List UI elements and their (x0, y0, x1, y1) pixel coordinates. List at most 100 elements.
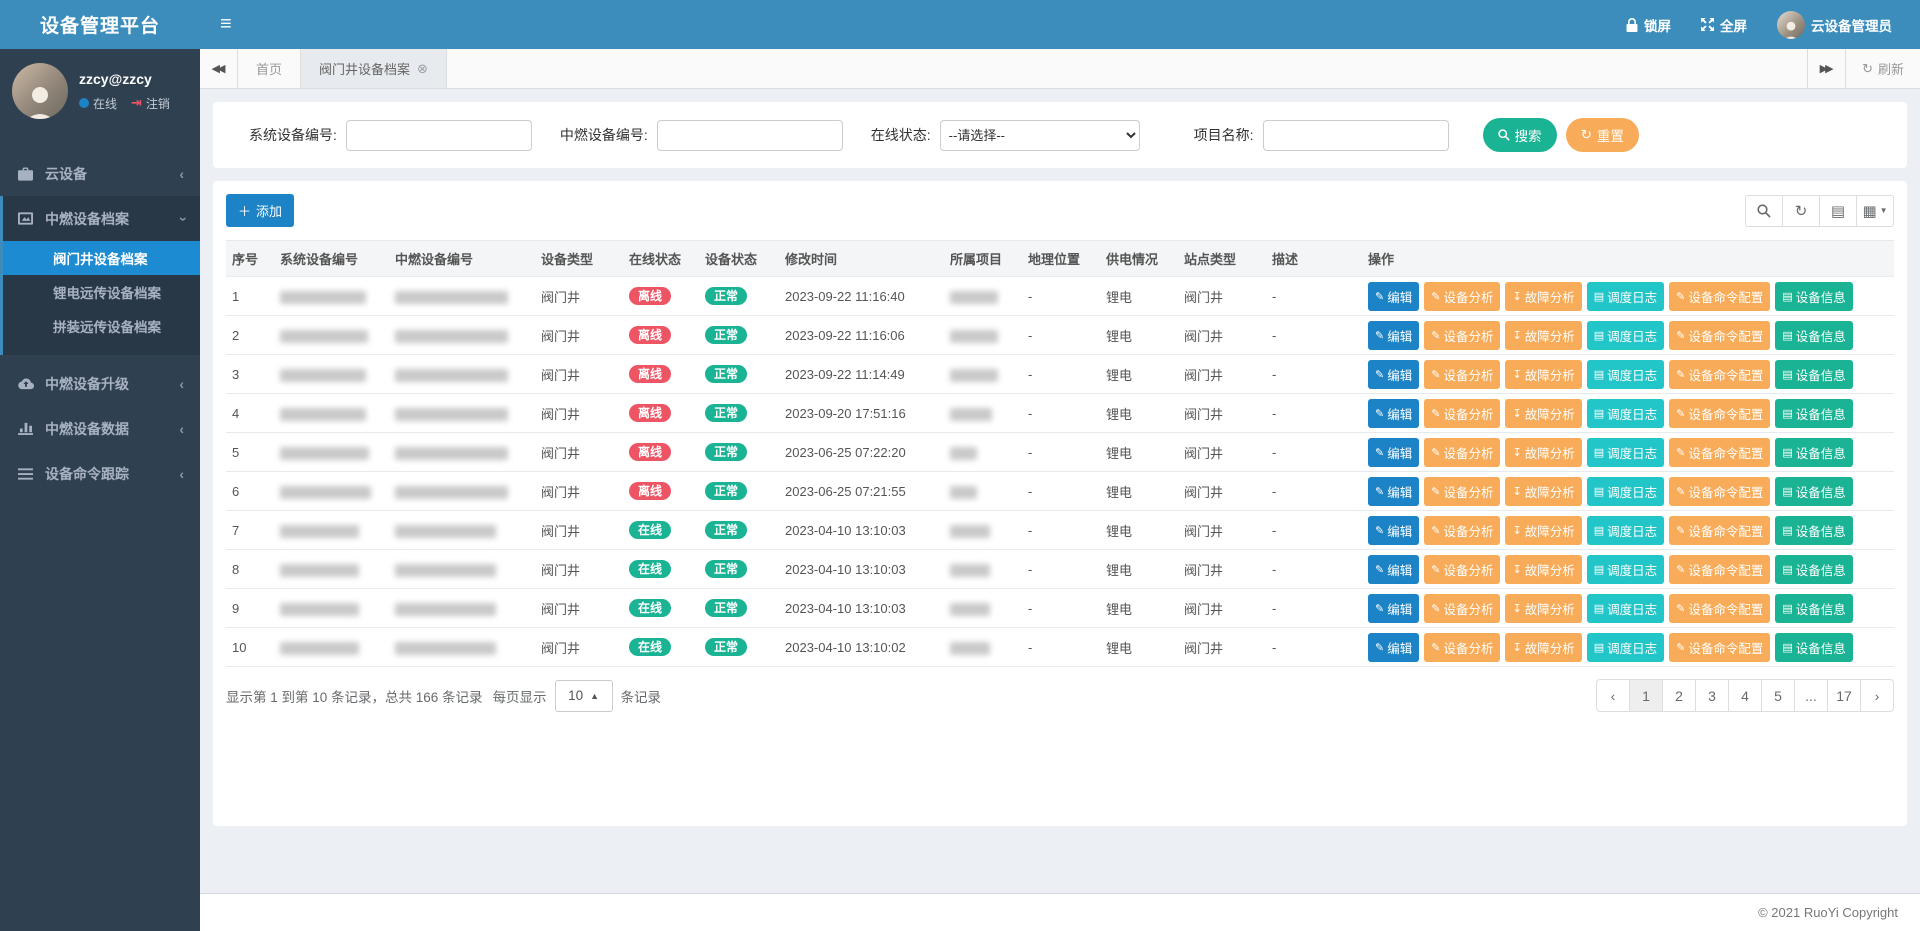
row-action-cyan-button[interactable]: ▤调度日志 (1587, 321, 1664, 350)
sidebar-item-cloud-device[interactable]: 云设备 ‹ (0, 151, 200, 196)
row-action-blue-button[interactable]: ✎编辑 (1368, 282, 1419, 311)
page-button[interactable]: 5 (1761, 679, 1795, 712)
row-action-orange-button[interactable]: ✎设备命令配置 (1669, 555, 1770, 584)
lock-screen-button[interactable]: 锁屏 (1626, 15, 1671, 35)
row-action-green-button[interactable]: ▤设备信息 (1775, 516, 1852, 545)
row-action-orange-button[interactable]: ↧故障分析 (1505, 477, 1581, 506)
row-action-orange-button[interactable]: ↧故障分析 (1505, 516, 1581, 545)
row-action-green-button[interactable]: ▤设备信息 (1775, 321, 1852, 350)
row-action-green-button[interactable]: ▤设备信息 (1775, 438, 1852, 467)
row-action-orange-button[interactable]: ✎设备分析 (1424, 321, 1500, 350)
page-button[interactable]: 4 (1728, 679, 1762, 712)
page-next-button[interactable]: › (1860, 679, 1894, 712)
row-action-orange-button[interactable]: ✎设备命令配置 (1669, 633, 1770, 662)
row-action-orange-button[interactable]: ✎设备命令配置 (1669, 594, 1770, 623)
table-search-toggle-button[interactable] (1745, 195, 1783, 227)
page-prev-button[interactable]: ‹ (1596, 679, 1630, 712)
row-action-orange-button[interactable]: ✎设备分析 (1424, 399, 1500, 428)
row-action-green-button[interactable]: ▤设备信息 (1775, 555, 1852, 584)
row-action-green-button[interactable]: ▤设备信息 (1775, 282, 1852, 311)
sidebar-subitem-valve-well-archive[interactable]: 阀门井设备档案 (3, 241, 200, 275)
row-action-cyan-button[interactable]: ▤调度日志 (1587, 360, 1664, 389)
system-device-code-input[interactable] (346, 120, 532, 151)
row-action-cyan-button[interactable]: ▤调度日志 (1587, 594, 1664, 623)
row-action-orange-button[interactable]: ✎设备命令配置 (1669, 399, 1770, 428)
table-detail-view-button[interactable]: ▤ (1819, 195, 1857, 227)
row-action-green-button[interactable]: ▤设备信息 (1775, 399, 1852, 428)
row-action-orange-button[interactable]: ✎设备命令配置 (1669, 516, 1770, 545)
row-action-orange-button[interactable]: ↧故障分析 (1505, 438, 1581, 467)
row-action-orange-button[interactable]: ✎设备分析 (1424, 438, 1500, 467)
row-action-orange-button[interactable]: ↧故障分析 (1505, 360, 1581, 389)
row-action-blue-button[interactable]: ✎编辑 (1368, 516, 1419, 545)
sidebar-item-device-upgrade[interactable]: 中燃设备升级 ‹ (0, 361, 200, 406)
row-action-orange-button[interactable]: ✎设备分析 (1424, 477, 1500, 506)
tab-valve-well-archive[interactable]: 阀门井设备档案 ⊗ (301, 49, 447, 88)
tab-home[interactable]: 首页 (238, 49, 301, 88)
row-action-orange-button[interactable]: ✎设备命令配置 (1669, 438, 1770, 467)
tab-close-icon[interactable]: ⊗ (417, 61, 428, 77)
table-columns-button[interactable]: ▦▼ (1856, 195, 1894, 227)
row-action-cyan-button[interactable]: ▤调度日志 (1587, 633, 1664, 662)
tabs-scroll-right-button[interactable]: ▶▶ (1807, 49, 1845, 88)
sidebar-subitem-lithium-remote-archive[interactable]: 锂电远传设备档案 (3, 275, 200, 309)
row-action-cyan-button[interactable]: ▤调度日志 (1587, 555, 1664, 584)
row-action-green-button[interactable]: ▤设备信息 (1775, 594, 1852, 623)
row-action-blue-button[interactable]: ✎编辑 (1368, 594, 1419, 623)
row-action-orange-button[interactable]: ✎设备分析 (1424, 633, 1500, 662)
row-action-orange-button[interactable]: ✎设备分析 (1424, 555, 1500, 584)
row-action-orange-button[interactable]: ↧故障分析 (1505, 633, 1581, 662)
admin-user-menu[interactable]: 云设备管理员 (1777, 11, 1892, 39)
hamburger-icon[interactable]: ≡ (200, 13, 252, 36)
search-button[interactable]: 搜索 (1483, 118, 1557, 152)
sidebar-item-device-archive[interactable]: 中燃设备档案 ‹ (3, 196, 200, 241)
fullscreen-button[interactable]: 全屏 (1701, 15, 1747, 35)
tab-refresh-button[interactable]: ↻ 刷新 (1845, 49, 1920, 88)
sidebar-item-command-trace[interactable]: 设备命令跟踪 ‹ (0, 451, 200, 496)
row-action-cyan-button[interactable]: ▤调度日志 (1587, 282, 1664, 311)
row-action-cyan-button[interactable]: ▤调度日志 (1587, 516, 1664, 545)
reset-button[interactable]: ↻ 重置 (1566, 118, 1639, 152)
row-action-orange-button[interactable]: ✎设备分析 (1424, 516, 1500, 545)
row-action-orange-button[interactable]: ✎设备分析 (1424, 360, 1500, 389)
page-button[interactable]: 17 (1827, 679, 1861, 712)
page-button[interactable]: 2 (1662, 679, 1696, 712)
logout-button[interactable]: ⇥ 注销 (131, 95, 170, 112)
row-action-blue-button[interactable]: ✎编辑 (1368, 399, 1419, 428)
row-action-blue-button[interactable]: ✎编辑 (1368, 438, 1419, 467)
row-action-cyan-button[interactable]: ▤调度日志 (1587, 438, 1664, 467)
row-action-orange-button[interactable]: ✎设备命令配置 (1669, 321, 1770, 350)
page-button[interactable]: 3 (1695, 679, 1729, 712)
row-action-orange-button[interactable]: ↧故障分析 (1505, 399, 1581, 428)
project-name-input[interactable] (1263, 120, 1449, 151)
row-action-orange-button[interactable]: ✎设备命令配置 (1669, 282, 1770, 311)
row-action-orange-button[interactable]: ✎设备命令配置 (1669, 477, 1770, 506)
row-action-green-button[interactable]: ▤设备信息 (1775, 477, 1852, 506)
gas-device-code-input[interactable] (657, 120, 843, 151)
row-action-cyan-button[interactable]: ▤调度日志 (1587, 477, 1664, 506)
row-action-orange-button[interactable]: ↧故障分析 (1505, 321, 1581, 350)
row-action-orange-button[interactable]: ↧故障分析 (1505, 594, 1581, 623)
row-action-orange-button[interactable]: ✎设备分析 (1424, 282, 1500, 311)
online-status-select[interactable]: --请选择-- (940, 120, 1140, 151)
tabs-scroll-left-button[interactable]: ◀◀ (200, 49, 238, 88)
row-action-green-button[interactable]: ▤设备信息 (1775, 360, 1852, 389)
row-action-orange-button[interactable]: ✎设备分析 (1424, 594, 1500, 623)
add-button[interactable]: ＋ 添加 (226, 194, 294, 227)
page-ellipsis[interactable]: ... (1794, 679, 1828, 712)
row-action-orange-button[interactable]: ↧故障分析 (1505, 282, 1581, 311)
sidebar-item-device-data[interactable]: 中燃设备数据 ‹ (0, 406, 200, 451)
row-action-orange-button[interactable]: ↧故障分析 (1505, 555, 1581, 584)
sidebar-subitem-assembled-remote-archive[interactable]: 拼装远传设备档案 (3, 309, 200, 343)
page-size-dropdown[interactable]: 10 ▲ (555, 680, 613, 712)
row-action-orange-button[interactable]: ✎设备命令配置 (1669, 360, 1770, 389)
table-refresh-button[interactable]: ↻ (1782, 195, 1820, 227)
row-action-cyan-button[interactable]: ▤调度日志 (1587, 399, 1664, 428)
row-action-blue-button[interactable]: ✎编辑 (1368, 477, 1419, 506)
row-action-blue-button[interactable]: ✎编辑 (1368, 360, 1419, 389)
row-action-blue-button[interactable]: ✎编辑 (1368, 555, 1419, 584)
row-action-green-button[interactable]: ▤设备信息 (1775, 633, 1852, 662)
row-action-blue-button[interactable]: ✎编辑 (1368, 633, 1419, 662)
row-action-blue-button[interactable]: ✎编辑 (1368, 321, 1419, 350)
page-button[interactable]: 1 (1629, 679, 1663, 712)
